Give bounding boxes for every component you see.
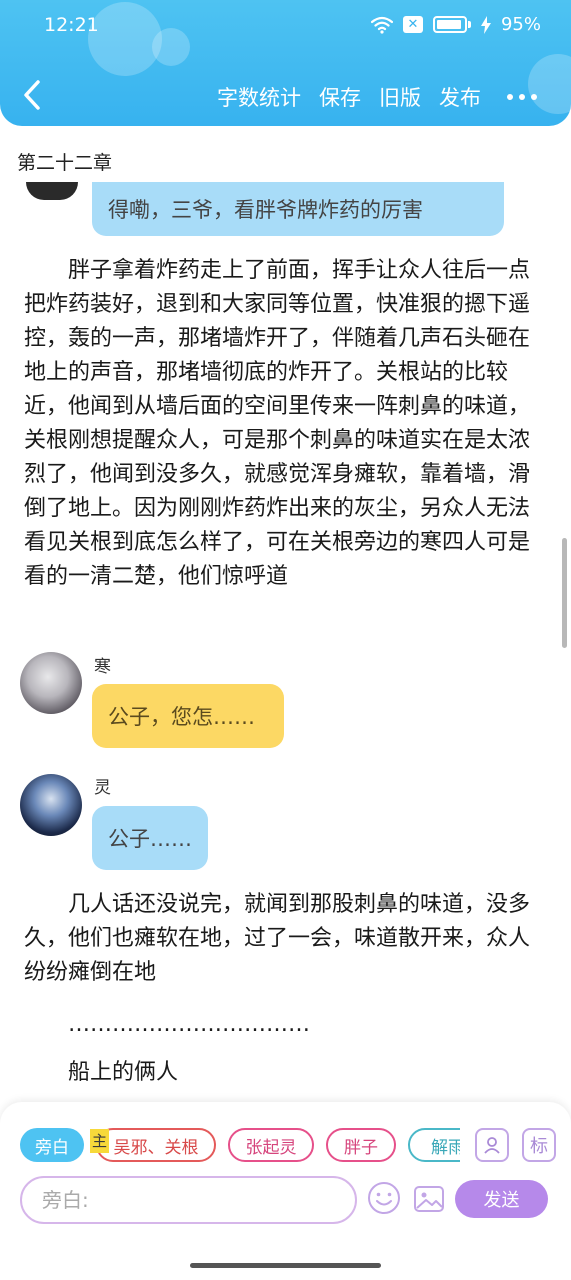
- back-button[interactable]: [18, 78, 48, 112]
- character-selector: 旁白 主 吴邪、关根 张起灵 胖子 解雨: [20, 1126, 460, 1166]
- dialogue-bubble[interactable]: 得嘞，三爷，看胖爷牌炸药的厉害: [92, 182, 504, 236]
- chevron-left-icon: [24, 80, 40, 110]
- dialogue-bubble[interactable]: 公子，您怎……: [92, 684, 284, 748]
- mark-button[interactable]: 标: [522, 1128, 556, 1162]
- message-input-box[interactable]: [20, 1176, 357, 1224]
- dialogue-bubble[interactable]: 公子……: [92, 806, 208, 870]
- avatar: [20, 774, 82, 836]
- battery-tip: [467, 21, 471, 28]
- avatar: [26, 182, 78, 200]
- composer-panel: 旁白 主 吴邪、关根 张起灵 胖子 解雨 标 发送: [0, 1102, 571, 1280]
- save-button[interactable]: 保存: [319, 82, 361, 112]
- smiley-icon: [368, 1182, 400, 1214]
- scrollbar[interactable]: [562, 538, 567, 648]
- battery-icon: [432, 16, 467, 33]
- speaker-name: 灵: [94, 778, 111, 798]
- image-icon: [414, 1186, 444, 1212]
- message-input[interactable]: [42, 1188, 355, 1212]
- avatar: [20, 652, 82, 714]
- charging-icon: [480, 15, 491, 34]
- narration-paragraph[interactable]: 船上的俩人: [24, 1056, 539, 1090]
- send-button[interactable]: 发送: [455, 1180, 548, 1218]
- more-dot-icon: [519, 94, 525, 100]
- narration-paragraph[interactable]: 几人话还没说完，就闻到那股刺鼻的味道，没多久，他们也瘫软在地，过了一会，味道散开…: [24, 888, 539, 990]
- character-chip-narrator[interactable]: 旁白: [20, 1128, 84, 1162]
- app-header: 12:21 ✕ 95% 字数统计 保存 旧版 发布: [0, 0, 571, 126]
- story-content: 得嘞，三爷，看胖爷牌炸药的厉害 胖子拿着炸药走上了前面，挥手让众人往后一点把炸药…: [0, 182, 571, 1102]
- character-chip-xieyu[interactable]: 解雨: [408, 1128, 460, 1162]
- emoji-button[interactable]: [366, 1180, 402, 1216]
- no-sim-icon: ✕: [402, 16, 423, 33]
- insert-image-button[interactable]: [412, 1182, 446, 1216]
- publish-button[interactable]: 发布: [439, 82, 481, 112]
- character-manage-button[interactable]: [475, 1128, 509, 1162]
- home-indicator: [190, 1263, 381, 1268]
- main-character-badge: 主: [90, 1129, 110, 1153]
- word-count-button[interactable]: 字数统计: [217, 82, 301, 112]
- status-bar: 12:21 ✕ 95%: [0, 0, 571, 52]
- character-chip-pangzi[interactable]: 胖子: [326, 1128, 396, 1162]
- more-dot-icon: [531, 94, 537, 100]
- wifi-icon: [370, 16, 393, 34]
- battery-percent: 95%: [500, 14, 541, 35]
- character-chip-zhangqiling[interactable]: 张起灵: [228, 1128, 314, 1162]
- chapter-title[interactable]: 第二十二章: [17, 148, 112, 175]
- more-dot-icon: [507, 94, 513, 100]
- person-icon: [484, 1137, 500, 1154]
- status-icons: ✕ 95%: [370, 14, 541, 35]
- old-version-button[interactable]: 旧版: [379, 82, 421, 112]
- character-chip-wuxie-guangen[interactable]: 吴邪、关根: [96, 1128, 216, 1162]
- editor-toolbar: 字数统计 保存 旧版 发布: [217, 82, 537, 112]
- speaker-name: 寒: [94, 657, 111, 677]
- status-time: 12:21: [44, 14, 99, 36]
- more-options-button[interactable]: [499, 94, 537, 100]
- narration-paragraph[interactable]: 胖子拿着炸药走上了前面，挥手让众人往后一点把炸药装好，退到和大家同等位置，快准狠…: [24, 254, 539, 594]
- narration-paragraph[interactable]: ……………………………: [24, 1008, 539, 1042]
